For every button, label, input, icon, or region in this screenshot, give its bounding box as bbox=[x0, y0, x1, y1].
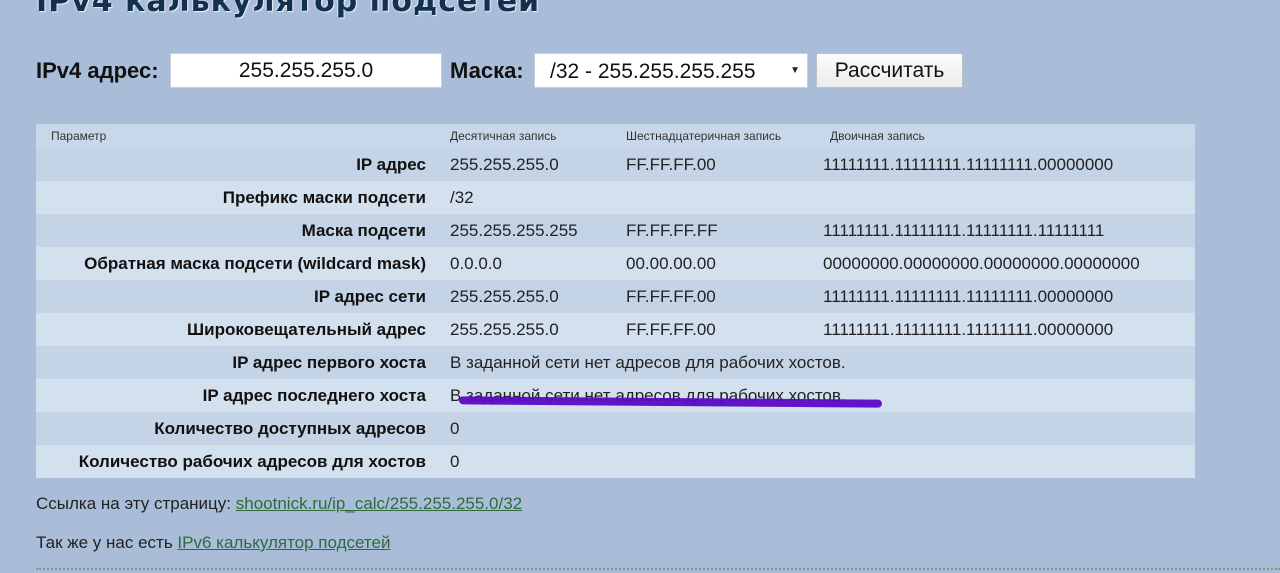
decimal-value: 0.0.0.0 bbox=[443, 247, 619, 280]
ip-address-label: IPv4 адрес: bbox=[36, 58, 159, 83]
header-decimal: Десятичная запись bbox=[443, 124, 619, 148]
row-available-addresses: Количество доступных адресов 0 bbox=[36, 412, 1195, 445]
hex-value: FF.FF.FF.00 bbox=[619, 280, 823, 313]
hex-value: FF.FF.FF.00 bbox=[619, 148, 823, 181]
param-name: IP адрес последнего хоста bbox=[36, 379, 443, 412]
row-subnet-mask: Маска подсети 255.255.255.255 FF.FF.FF.F… bbox=[36, 214, 1195, 247]
row-mask-prefix: Префикс маски подсети /32 bbox=[36, 181, 1195, 214]
param-name: IP адрес первого хоста bbox=[36, 346, 443, 379]
hex-value bbox=[619, 181, 823, 214]
row-value: 0 bbox=[443, 412, 1195, 445]
hex-value: 00.00.00.00 bbox=[619, 247, 823, 280]
mask-label: Маска: bbox=[450, 58, 524, 83]
footer-divider bbox=[36, 568, 1280, 570]
decimal-value: 255.255.255.0 bbox=[443, 280, 619, 313]
header-parameter: Параметр bbox=[36, 124, 443, 148]
mask-select-value: /32 - 255.255.255.255 bbox=[550, 60, 756, 83]
calculate-button[interactable]: Рассчитать bbox=[816, 53, 963, 88]
row-first-host: IP адрес первого хоста В заданной сети н… bbox=[36, 346, 1195, 379]
hex-value: FF.FF.FF.FF bbox=[619, 214, 823, 247]
binary-value: 00000000.00000000.00000000.00000000 bbox=[823, 247, 1195, 280]
param-name: IP адрес bbox=[36, 148, 443, 181]
table-header-row: Параметр Десятичная запись Шестнадцатери… bbox=[36, 124, 1195, 148]
page-link-line: Ссылка на эту страницу: shootnick.ru/ip_… bbox=[36, 494, 522, 514]
ipv6-link-line: Так же у нас есть IPv6 калькулятор подсе… bbox=[36, 533, 390, 553]
row-network-address: IP адрес сети 255.255.255.0 FF.FF.FF.00 … bbox=[36, 280, 1195, 313]
param-name: IP адрес сети bbox=[36, 280, 443, 313]
binary-value: 11111111.11111111.11111111.11111111 bbox=[823, 214, 1195, 247]
page-link-label: Ссылка на эту страницу: bbox=[36, 494, 232, 513]
decimal-value: 255.255.255.255 bbox=[443, 214, 619, 247]
binary-value: 11111111.11111111.11111111.00000000 bbox=[823, 313, 1195, 346]
param-name: Широковещательный адрес bbox=[36, 313, 443, 346]
param-name: Маска подсети bbox=[36, 214, 443, 247]
ipv6-calculator-link[interactable]: IPv6 калькулятор подсетей bbox=[177, 533, 390, 552]
param-name: Обратная маска подсети (wildcard mask) bbox=[36, 247, 443, 280]
row-broadcast-address: Широковещательный адрес 255.255.255.0 FF… bbox=[36, 313, 1195, 346]
ipv6-link-label: Так же у нас есть bbox=[36, 533, 173, 552]
row-host-addresses: Количество рабочих адресов для хостов 0 bbox=[36, 445, 1195, 478]
row-wildcard-mask: Обратная маска подсети (wildcard mask) 0… bbox=[36, 247, 1195, 280]
calculator-form: IPv4 адрес: Маска: /32 - 255.255.255.255… bbox=[36, 52, 1036, 90]
binary-value bbox=[823, 181, 1195, 214]
ip-address-input[interactable] bbox=[170, 53, 442, 88]
row-ip-address: IP адрес 255.255.255.0 FF.FF.FF.00 11111… bbox=[36, 148, 1195, 181]
param-name: Количество доступных адресов bbox=[36, 412, 443, 445]
hex-value: FF.FF.FF.00 bbox=[619, 313, 823, 346]
header-hex: Шестнадцатеричная запись bbox=[619, 124, 823, 148]
row-value: 0 bbox=[443, 445, 1195, 478]
decimal-value: 255.255.255.0 bbox=[443, 313, 619, 346]
page-link[interactable]: shootnick.ru/ip_calc/255.255.255.0/32 bbox=[236, 494, 522, 513]
header-binary: Двоичная запись bbox=[823, 124, 1195, 148]
row-value: В заданной сети нет адресов для рабочих … bbox=[443, 346, 1195, 379]
param-name: Префикс маски подсети bbox=[36, 181, 443, 214]
dropdown-arrow-icon: ▼ bbox=[790, 65, 800, 76]
param-name: Количество рабочих адресов для хостов bbox=[36, 445, 443, 478]
results-table: Параметр Десятичная запись Шестнадцатери… bbox=[36, 124, 1195, 478]
binary-value: 11111111.11111111.11111111.00000000 bbox=[823, 148, 1195, 181]
decimal-value: /32 bbox=[443, 181, 619, 214]
mask-select[interactable]: /32 - 255.255.255.255 ▼ bbox=[534, 53, 808, 88]
row-last-host: IP адрес последнего хоста В заданной сет… bbox=[36, 379, 1195, 412]
binary-value: 11111111.11111111.11111111.00000000 bbox=[823, 280, 1195, 313]
decimal-value: 255.255.255.0 bbox=[443, 148, 619, 181]
page-title: IPv4 калькулятор подсетей bbox=[36, 0, 541, 19]
